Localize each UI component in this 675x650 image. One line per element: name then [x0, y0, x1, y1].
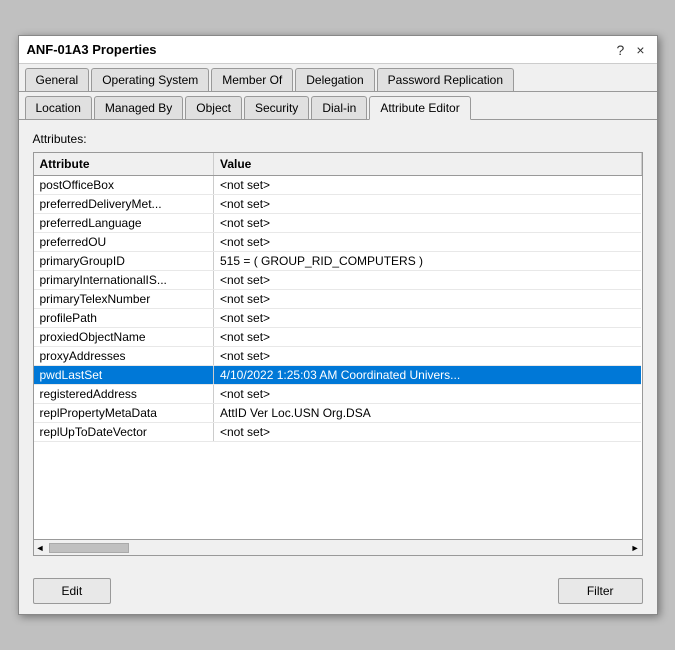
hscroll-bar[interactable]: ◄ ► [33, 540, 643, 556]
tabs-row-1: GeneralOperating SystemMember OfDelegati… [19, 64, 657, 92]
cell-attribute: replUpToDateVector [34, 423, 214, 442]
cell-attribute: primaryTelexNumber [34, 290, 214, 309]
window-title: ANF-01A3 Properties [27, 42, 157, 57]
cell-attribute: preferredDeliveryMet... [34, 195, 214, 214]
cell-value: <not set> [214, 309, 642, 328]
cell-value: <not set> [214, 195, 642, 214]
close-button[interactable]: × [632, 43, 648, 57]
title-bar-controls: ? × [613, 43, 649, 57]
tab-security[interactable]: Security [244, 96, 309, 119]
cell-attribute: postOfficeBox [34, 176, 214, 195]
hscroll-right-arrow[interactable]: ► [631, 543, 640, 553]
cell-attribute: preferredOU [34, 233, 214, 252]
attributes-table-container: Attribute Value postOfficeBox<not set>pr… [33, 152, 643, 540]
table-row[interactable]: profilePath<not set> [34, 309, 642, 328]
cell-attribute: primaryInternationalIS... [34, 271, 214, 290]
table-row[interactable]: primaryInternationalIS...<not set> [34, 271, 642, 290]
cell-value: <not set> [214, 328, 642, 347]
filter-button[interactable]: Filter [558, 578, 643, 604]
col-value: Value [214, 153, 642, 176]
cell-value: <not set> [214, 271, 642, 290]
tab-attribute-editor[interactable]: Attribute Editor [369, 96, 470, 120]
hscroll-left-arrow[interactable]: ◄ [36, 543, 45, 553]
help-button[interactable]: ? [613, 43, 629, 57]
cell-attribute: proxyAddresses [34, 347, 214, 366]
table-header-row: Attribute Value [34, 153, 642, 176]
cell-value: <not set> [214, 347, 642, 366]
cell-attribute: registeredAddress [34, 385, 214, 404]
cell-attribute: profilePath [34, 309, 214, 328]
cell-attribute: primaryGroupID [34, 252, 214, 271]
attributes-label: Attributes: [33, 132, 643, 146]
table-row[interactable]: replPropertyMetaDataAttID Ver Loc.USN Or… [34, 404, 642, 423]
cell-value: 4/10/2022 1:25:03 AM Coordinated Univers… [214, 366, 642, 385]
tab-operating-system[interactable]: Operating System [91, 68, 209, 91]
hscroll-thumb[interactable] [49, 543, 129, 553]
table-row[interactable]: pwdLastSet4/10/2022 1:25:03 AM Coordinat… [34, 366, 642, 385]
table-row[interactable]: proxiedObjectName<not set> [34, 328, 642, 347]
bottom-bar: Edit Filter [19, 568, 657, 614]
cell-attribute: proxiedObjectName [34, 328, 214, 347]
tab-dial-in[interactable]: Dial-in [311, 96, 367, 119]
tab-member-of[interactable]: Member Of [211, 68, 293, 91]
tab-object[interactable]: Object [185, 96, 242, 119]
table-row[interactable]: replUpToDateVector<not set> [34, 423, 642, 442]
table-row[interactable]: proxyAddresses<not set> [34, 347, 642, 366]
cell-value: <not set> [214, 176, 642, 195]
table-row[interactable]: postOfficeBox<not set> [34, 176, 642, 195]
tab-delegation[interactable]: Delegation [295, 68, 374, 91]
tab-content: Attributes: Attribute Value postOfficeBo… [19, 120, 657, 568]
cell-attribute: replPropertyMetaData [34, 404, 214, 423]
tab-password-replication[interactable]: Password Replication [377, 68, 514, 91]
edit-button[interactable]: Edit [33, 578, 112, 604]
tab-general[interactable]: General [25, 68, 90, 91]
tab-location[interactable]: Location [25, 96, 92, 119]
tabs-row-2: LocationManaged ByObjectSecurityDial-inA… [19, 92, 657, 120]
tab-managed-by[interactable]: Managed By [94, 96, 183, 119]
table-row[interactable]: preferredLanguage<not set> [34, 214, 642, 233]
cell-attribute: pwdLastSet [34, 366, 214, 385]
cell-attribute: preferredLanguage [34, 214, 214, 233]
cell-value: <not set> [214, 214, 642, 233]
table-row[interactable]: primaryTelexNumber<not set> [34, 290, 642, 309]
table-row[interactable]: primaryGroupID515 = ( GROUP_RID_COMPUTER… [34, 252, 642, 271]
properties-window: ANF-01A3 Properties ? × GeneralOperating… [18, 35, 658, 615]
table-scroll[interactable]: Attribute Value postOfficeBox<not set>pr… [34, 153, 642, 442]
attributes-table: Attribute Value postOfficeBox<not set>pr… [34, 153, 642, 442]
table-row[interactable]: preferredOU<not set> [34, 233, 642, 252]
cell-value: AttID Ver Loc.USN Org.DSA [214, 404, 642, 423]
cell-value: 515 = ( GROUP_RID_COMPUTERS ) [214, 252, 642, 271]
hscroll-track [44, 543, 630, 553]
table-row[interactable]: preferredDeliveryMet...<not set> [34, 195, 642, 214]
cell-value: <not set> [214, 233, 642, 252]
col-attribute: Attribute [34, 153, 214, 176]
cell-value: <not set> [214, 423, 642, 442]
title-bar: ANF-01A3 Properties ? × [19, 36, 657, 64]
table-row[interactable]: registeredAddress<not set> [34, 385, 642, 404]
cell-value: <not set> [214, 290, 642, 309]
cell-value: <not set> [214, 385, 642, 404]
